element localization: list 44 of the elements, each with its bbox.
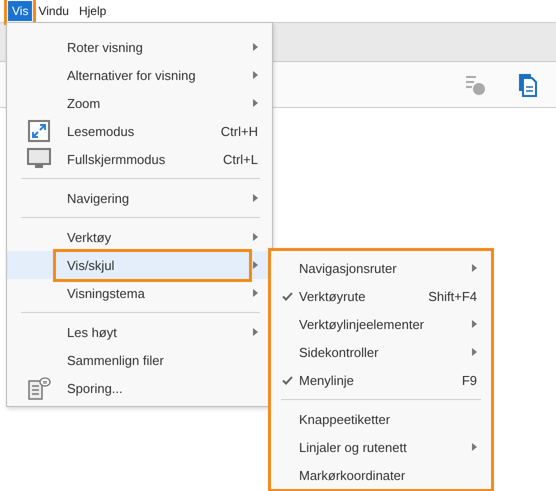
- menu-item[interactable]: Sporing...: [7, 374, 272, 402]
- submenu-arrow-icon: [252, 261, 258, 269]
- menu-item[interactable]: Navigering: [7, 184, 272, 212]
- menu-item[interactable]: Les høyt: [7, 318, 272, 346]
- menu-item[interactable]: Sidekontroller: [271, 338, 491, 366]
- menu-item[interactable]: Lesemodus Ctrl+H: [7, 117, 272, 145]
- expand-icon: [28, 120, 50, 142]
- submenu-arrow-icon: [252, 328, 258, 336]
- menu-item[interactable]: Roter visning: [7, 33, 272, 61]
- submenu-arrow-icon: [252, 43, 258, 51]
- document-comment-icon: [27, 376, 51, 400]
- submenu-arrow-icon: [472, 348, 476, 356]
- menu-item[interactable]: Visningstema: [7, 279, 272, 307]
- menu-item[interactable]: Verktøy: [7, 223, 272, 251]
- menu-item[interactable]: Knappeetiketter: [271, 405, 491, 433]
- menu-item[interactable]: Verktøylinjeelementer: [271, 310, 491, 338]
- shortcut-label: Shift+F4: [428, 288, 477, 304]
- submenu-arrow-icon: [472, 443, 476, 451]
- shortcut-label: F9: [462, 372, 477, 388]
- menu-item[interactable]: Markørkoordinater: [271, 461, 491, 489]
- submenu-arrow-icon: [252, 194, 258, 202]
- menu-bar-item[interactable]: Vis: [8, 1, 32, 21]
- submenu-arrow-icon: [472, 264, 476, 272]
- submenu-arrow-icon: [252, 71, 258, 79]
- menu-item[interactable]: Fullskjermmodus Ctrl+L: [7, 145, 272, 173]
- menu-item[interactable]: Verktøyrute Shift+F4: [271, 282, 491, 310]
- menu-item[interactable]: Navigasjonsruter: [271, 254, 491, 282]
- submenu-arrow-icon: [252, 289, 258, 297]
- menu-item[interactable]: Zoom: [7, 89, 272, 117]
- submenu-arrow-icon: [252, 99, 258, 107]
- shortcut-label: Ctrl+L: [222, 152, 258, 166]
- submenu-arrow-icon: [472, 320, 476, 328]
- checkmark-icon: [282, 376, 292, 384]
- menu-bar-item[interactable]: Hjelp: [74, 1, 110, 21]
- shortcut-label: Ctrl+H: [220, 124, 258, 138]
- menu-bar-item[interactable]: Vindu: [34, 1, 73, 21]
- monitor-icon: [27, 148, 51, 170]
- document-icon[interactable]: [518, 72, 538, 96]
- menu-item[interactable]: Alternativer for visning: [7, 61, 272, 89]
- menu-item[interactable]: Menylinje F9: [271, 366, 491, 394]
- submenu-arrow-icon: [252, 233, 258, 241]
- menu-item[interactable]: Linjaler og rutenett: [271, 433, 491, 461]
- menu-item[interactable]: Sammenlign filer: [7, 346, 272, 374]
- checkmark-icon: [282, 292, 292, 300]
